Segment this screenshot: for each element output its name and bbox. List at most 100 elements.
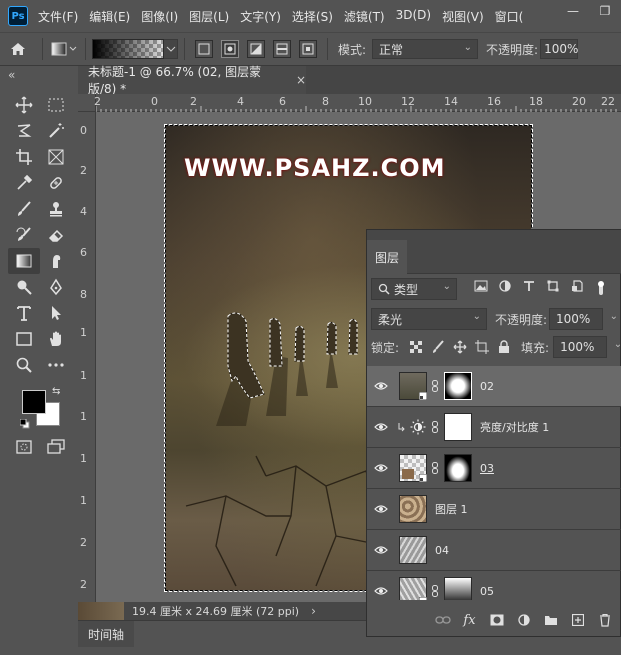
link-icon[interactable]: [430, 462, 440, 474]
path-selection-icon[interactable]: [40, 300, 72, 326]
lasso-tool-icon[interactable]: [8, 118, 40, 144]
blend-mode-dropdown[interactable]: 柔光 ⌄: [371, 308, 487, 330]
layer-row[interactable]: 亮度/对比度 1: [367, 407, 621, 448]
quick-mask-icon[interactable]: [8, 434, 40, 460]
history-brush-icon[interactable]: [8, 222, 40, 248]
brightness-adjustment-icon[interactable]: [409, 419, 427, 435]
link-icon[interactable]: [430, 421, 440, 433]
new-layer-icon[interactable]: [564, 614, 591, 626]
filter-smart-object-icon[interactable]: [565, 280, 589, 296]
eye-icon[interactable]: [367, 422, 395, 432]
hand-tool-icon[interactable]: [40, 326, 72, 352]
chevron-down-icon[interactable]: [164, 39, 178, 59]
layer-opacity-input[interactable]: 100% ⌄: [549, 308, 618, 330]
tab-timeline[interactable]: 时间轴: [78, 621, 135, 647]
layer-row[interactable]: 图层 1: [367, 489, 621, 530]
link-icon[interactable]: [430, 585, 440, 597]
menu-layer[interactable]: 图层(L): [189, 8, 229, 25]
menu-filter[interactable]: 滤镜(T): [344, 8, 385, 25]
menu-view[interactable]: 视图(V): [442, 8, 484, 25]
lock-artboard-icon[interactable]: [471, 340, 493, 354]
document-tab[interactable]: 未标题-1 @ 66.7% (02, 图层蒙版/8) * ×: [78, 65, 306, 96]
eye-icon[interactable]: [367, 545, 395, 555]
new-adjustment-layer-icon[interactable]: [510, 614, 537, 626]
menu-select[interactable]: 选择(S): [292, 8, 333, 25]
eye-icon[interactable]: [367, 463, 395, 473]
new-group-icon[interactable]: [537, 614, 564, 626]
zoom-tool-icon[interactable]: [8, 352, 40, 378]
add-mask-icon[interactable]: [483, 614, 510, 626]
chevron-down-icon[interactable]: ⌄: [614, 339, 621, 350]
menu-image[interactable]: 图像(I): [141, 8, 178, 25]
default-colors-icon[interactable]: [19, 418, 30, 429]
gradient-tool-icon[interactable]: [8, 248, 40, 274]
filter-pixel-icon[interactable]: [469, 280, 493, 296]
layer-thumbnail[interactable]: [399, 577, 427, 600]
move-tool-icon[interactable]: [8, 92, 40, 118]
menu-3d[interactable]: 3D(D): [396, 8, 431, 25]
restore-button[interactable]: ❐: [589, 0, 621, 22]
chevron-down-icon[interactable]: ⌄: [610, 311, 618, 322]
rectangle-tool-icon[interactable]: [8, 326, 40, 352]
layer-row[interactable]: 02: [367, 366, 621, 407]
filter-toggle-icon[interactable]: [589, 280, 613, 296]
brush-tool-icon[interactable]: [8, 196, 40, 222]
layer-mask-thumbnail[interactable]: [444, 454, 472, 482]
layer-thumbnail[interactable]: [399, 372, 427, 400]
lock-all-icon[interactable]: [493, 340, 515, 354]
layer-row[interactable]: 04: [367, 530, 621, 571]
angle-gradient-icon[interactable]: [247, 40, 265, 58]
eyedropper-icon[interactable]: [8, 170, 40, 196]
link-layers-icon[interactable]: [429, 615, 456, 625]
filter-adjustment-icon[interactable]: [493, 280, 517, 296]
close-icon[interactable]: ×: [296, 73, 306, 87]
type-tool-icon[interactable]: [8, 300, 40, 326]
filter-type-icon[interactable]: [517, 280, 541, 296]
mode-dropdown[interactable]: 正常 ⌄: [372, 39, 479, 59]
tab-layers[interactable]: 图层: [367, 240, 407, 274]
layer-mask-thumbnail[interactable]: [444, 372, 472, 400]
filter-shape-icon[interactable]: [541, 280, 565, 296]
layer-thumbnail[interactable]: [399, 454, 427, 482]
lock-image-icon[interactable]: [427, 340, 449, 354]
diamond-gradient-icon[interactable]: [299, 40, 317, 58]
eraser-icon[interactable]: [40, 222, 72, 248]
status-menu-arrow-icon[interactable]: ›: [311, 604, 316, 618]
layer-mask-thumbnail[interactable]: [444, 577, 472, 600]
magic-wand-icon[interactable]: [40, 118, 72, 144]
radial-gradient-icon[interactable]: [221, 40, 239, 58]
collapse-panel-icon[interactable]: «: [8, 68, 15, 82]
gradient-preview[interactable]: [92, 39, 164, 59]
link-icon[interactable]: [430, 380, 440, 392]
eye-icon[interactable]: [367, 381, 395, 391]
swap-colors-icon[interactable]: ⇆: [52, 386, 60, 397]
layer-thumbnail[interactable]: [399, 495, 427, 523]
minimize-button[interactable]: —: [557, 0, 589, 22]
pen-tool-icon[interactable]: [40, 274, 72, 300]
menu-file[interactable]: 文件(F): [38, 8, 78, 25]
screen-mode-icon[interactable]: [40, 434, 72, 460]
linear-gradient-icon[interactable]: [195, 40, 213, 58]
home-icon[interactable]: [0, 41, 36, 57]
lock-transparent-icon[interactable]: [405, 341, 427, 353]
frame-tool-icon[interactable]: [40, 144, 72, 170]
opacity-input[interactable]: 100%: [540, 39, 578, 59]
layer-effects-button[interactable]: fx: [456, 613, 483, 628]
photoshop-logo[interactable]: Ps: [8, 6, 28, 26]
stamp-tool-icon[interactable]: [40, 196, 72, 222]
gradient-tool-preset-icon[interactable]: [49, 41, 79, 57]
delete-layer-icon[interactable]: [591, 613, 618, 627]
more-tools-icon[interactable]: [40, 352, 72, 378]
layer-mask-thumbnail[interactable]: [444, 413, 472, 441]
layer-thumbnail[interactable]: [399, 536, 427, 564]
foreground-color-swatch[interactable]: [22, 390, 46, 414]
menu-edit[interactable]: 编辑(E): [89, 8, 130, 25]
layer-row[interactable]: 05: [367, 571, 621, 600]
lock-position-icon[interactable]: [449, 340, 471, 354]
menu-type[interactable]: 文字(Y): [240, 8, 281, 25]
fill-input[interactable]: 100% ⌄: [553, 336, 621, 358]
layer-filter-dropdown[interactable]: 类型 ⌄: [371, 278, 457, 300]
crop-tool-icon[interactable]: [8, 144, 40, 170]
reflected-gradient-icon[interactable]: [273, 40, 291, 58]
menu-window[interactable]: 窗口(: [495, 8, 524, 25]
